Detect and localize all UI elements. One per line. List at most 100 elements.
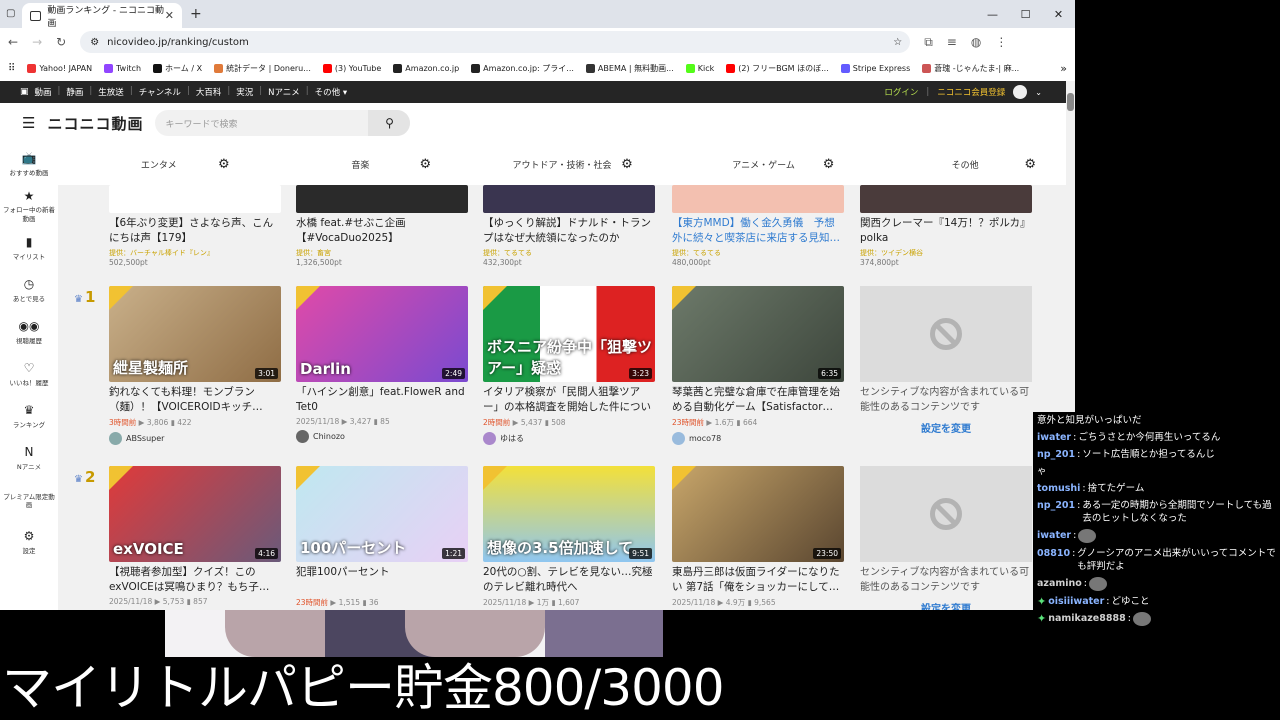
video-thumbnail[interactable]: exVOICE 4:16 xyxy=(109,466,281,562)
bookmark-item[interactable]: Stripe Express xyxy=(840,64,910,73)
video-card[interactable]: 100パーセント 1:21 犯罪100パーセント 23時間前 ▶ 1,515 ▮ 36 xyxy=(296,466,468,608)
change-settings-link[interactable]: 設定を変更 xyxy=(860,600,1032,610)
video-thumbnail[interactable]: Darlin 2:49 xyxy=(296,286,468,382)
video-thumbnail[interactable]: ボスニア紛争中「狙撃ツアー」疑惑 3:23 xyxy=(483,286,655,382)
video-thumbnail[interactable]: 紲星製麺所 3:01 xyxy=(109,286,281,382)
video-owner[interactable]: Chinozo xyxy=(296,430,468,443)
sidebar-item-premium[interactable]: プレミアム限定動画 xyxy=(0,479,58,521)
genre-tab[interactable]: その他 ⚙ xyxy=(864,143,1066,185)
close-window-icon[interactable]: ✕ xyxy=(1042,0,1075,28)
video-thumbnail[interactable]: 6:35 xyxy=(672,286,844,382)
nico-logo[interactable]: ニコニコ動画 xyxy=(47,113,143,134)
topnav-link[interactable]: 生放送 xyxy=(98,86,124,98)
video-title[interactable]: 東島丹三郎は仮面ライダーになりたい 第7話「俺をショッカーにして… xyxy=(672,565,844,595)
topnav-link[interactable]: その他 ▾ xyxy=(315,86,347,98)
video-title[interactable]: 20代の○割、テレビを見ない…究極のテレビ離れ時代へ xyxy=(483,565,655,595)
video-card[interactable]: 6:35 琴葉茜と完璧な倉庫で在庫管理を始める自動化ゲーム【Satisfactor… xyxy=(672,286,844,445)
sidebar-item-following[interactable]: ★ フォロー中の新着動画 xyxy=(0,185,58,227)
video-card[interactable]: Darlin 2:49 「ハイシン創意」feat.FloweR and Tet0 20… xyxy=(296,286,468,443)
genre-tab[interactable]: アニメ・ゲーム ⚙ xyxy=(663,143,865,185)
bookmark-item[interactable]: ホーム / X xyxy=(153,63,202,74)
change-settings-link[interactable]: 設定を変更 xyxy=(860,420,1032,435)
close-tab-icon[interactable]: ✕ xyxy=(165,9,174,22)
video-title[interactable]: 関西クレーマー『14万！？ポルカ』polka xyxy=(860,216,1032,246)
video-title[interactable]: イタリア検察が「民間人狙撃ツアー」の本格調査を開始した件について xyxy=(483,385,655,415)
bookmark-item[interactable]: ABEMA | 無料動画... xyxy=(585,63,674,74)
user-avatar[interactable] xyxy=(1013,85,1028,99)
chevron-down-icon[interactable]: ⌄ xyxy=(1035,88,1042,97)
forward-icon[interactable]: → xyxy=(32,35,42,49)
search-button[interactable]: ⚲ xyxy=(368,110,411,136)
topnav-link[interactable]: 実況 xyxy=(236,86,253,98)
search-box[interactable]: キーワードで検索 ⚲ xyxy=(155,110,411,136)
sidebar-item-history[interactable]: ◉◉ 視聴履歴 xyxy=(0,311,58,353)
url-field[interactable]: ⚙ nicovideo.jp/ranking/custom ☆ xyxy=(80,31,911,53)
video-title[interactable]: 釣れなくても料理！モンブラン（麺）！【VOICEROIDキッチ… xyxy=(109,385,281,415)
sidebar-item-settings[interactable]: ⚙ 設定 xyxy=(0,521,58,563)
video-card[interactable]: 想像の3.5倍加速して 9:51 20代の○割、テレビを見ない…究極のテレビ離れ時代… xyxy=(483,466,655,608)
minimize-icon[interactable]: — xyxy=(976,0,1009,28)
topnav-link[interactable]: 動画 xyxy=(35,86,52,98)
bookmark-item[interactable]: Kick xyxy=(685,64,714,73)
video-thumbnail[interactable]: 100パーセント 1:21 xyxy=(296,466,468,562)
topnav-link[interactable]: Nアニメ xyxy=(268,86,300,98)
video-owner[interactable]: ABSsuper xyxy=(109,432,281,445)
gear-icon[interactable]: ⚙ xyxy=(621,157,633,172)
video-owner[interactable]: moco78 xyxy=(672,432,844,445)
genre-tab[interactable]: 音楽 ⚙ xyxy=(260,143,462,185)
video-thumbnail[interactable]: 想像の3.5倍加速して 9:51 xyxy=(483,466,655,562)
video-title[interactable]: 「ハイシン創意」feat.FloweR and Tet0 xyxy=(296,385,468,415)
video-card[interactable]: 紲星製麺所 3:01 釣れなくても料理！モンブラン（麺）！【VOICEROIDキッチ… xyxy=(109,286,281,445)
video-title[interactable]: 【東方MMD】働く金久勇儀 予想外に続々と喫茶店に来店する見知… xyxy=(672,216,844,246)
tab-search-icon[interactable]: ▢ xyxy=(6,8,15,19)
bookmark-item[interactable]: Amazon.co.jp: プライ... xyxy=(471,63,574,74)
bookmark-item[interactable]: Amazon.co.jp xyxy=(393,64,459,73)
video-thumbnail[interactable] xyxy=(860,185,1032,213)
video-title[interactable]: 琴葉茜と完璧な倉庫で在庫管理を始める自動化ゲーム【Satisfactor… xyxy=(672,385,844,415)
video-card[interactable]: 水橋 feat.#せぶこ企画【#VocaDuo2025】 提供：畜宮 1,326,5… xyxy=(296,185,468,267)
bookmark-item[interactable]: Yahoo! JAPAN xyxy=(27,64,92,73)
search-input[interactable]: キーワードで検索 xyxy=(165,117,237,130)
video-thumbnail[interactable] xyxy=(109,185,281,213)
video-card[interactable]: ボスニア紛争中「狙撃ツアー」疑惑 3:23 イタリア検察が「民間人狙撃ツアー」の本格… xyxy=(483,286,655,445)
sidebar-item-ranking[interactable]: ♛ ランキング xyxy=(0,395,58,437)
new-tab-icon[interactable]: + xyxy=(190,6,202,22)
genre-tab[interactable]: エンタメ ⚙ xyxy=(58,143,260,185)
register-link[interactable]: ニコニコ会員登録 xyxy=(937,86,1005,98)
video-thumbnail[interactable] xyxy=(672,185,844,213)
topnav-link[interactable]: 静画 xyxy=(66,86,83,98)
media-icon[interactable]: ≡ xyxy=(947,35,957,49)
bookmark-item[interactable]: (3) YouTube xyxy=(322,64,381,73)
video-title[interactable]: 【ゆっくり解説】ドナルド・トランプはなぜ大統領になったのか xyxy=(483,216,655,246)
video-title[interactable]: 【6年ぶり変更】さよなら声、こんにちは声【179】 xyxy=(109,216,281,246)
video-owner[interactable]: ゆはる xyxy=(483,432,655,445)
bookmark-item[interactable]: (2) フリーBGM ほのぼ... xyxy=(726,63,829,74)
video-title[interactable]: 水橋 feat.#せぶこ企画【#VocaDuo2025】 xyxy=(296,216,468,246)
sidebar-item-mylist[interactable]: ▮ マイリスト xyxy=(0,227,58,269)
gear-icon[interactable]: ⚙ xyxy=(823,157,835,172)
video-title[interactable]: 【視聴者参加型】クイズ！このexVOICEは冥鳴ひまり？もち子… xyxy=(109,565,281,595)
site-info-icon[interactable]: ⚙ xyxy=(90,37,99,48)
bookmark-item[interactable]: Twitch xyxy=(104,64,141,73)
scrollbar-thumb[interactable] xyxy=(1067,93,1074,111)
video-thumbnail[interactable] xyxy=(296,185,468,213)
extensions-icon[interactable]: ⧉ xyxy=(924,35,933,50)
video-card[interactable]: 【東方MMD】働く金久勇儀 予想外に続々と喫茶店に来店する見知… 提供：てるてる 4… xyxy=(672,185,844,267)
sidebar-item-nanime[interactable]: N Nアニメ xyxy=(0,437,58,479)
video-card[interactable]: 関西クレーマー『14万！？ポルカ』polka 提供：ツイデン横谷 374,800pt xyxy=(860,185,1032,267)
topnav-link[interactable]: 大百科 xyxy=(196,86,222,98)
video-card[interactable]: 【ゆっくり解説】ドナルド・トランプはなぜ大統領になったのか 提供：てるてる 432,… xyxy=(483,185,655,267)
apps-grid-icon[interactable]: ⠿ xyxy=(8,63,15,74)
topnav-link[interactable]: チャンネル xyxy=(139,86,181,98)
gear-icon[interactable]: ⚙ xyxy=(1024,157,1036,172)
video-thumbnail[interactable]: 23:50 xyxy=(672,466,844,562)
reload-icon[interactable]: ↻ xyxy=(56,35,66,49)
gear-icon[interactable]: ⚙ xyxy=(218,157,230,172)
profile-icon[interactable]: ◍ xyxy=(971,35,981,49)
sidebar-item-recommended[interactable]: 📺 おすすめ動画 xyxy=(0,143,58,185)
video-card[interactable]: 23:50 東島丹三郎は仮面ライダーになりたい 第7話「俺をショッカーにして… 20… xyxy=(672,466,844,608)
back-icon[interactable]: ← xyxy=(8,35,18,49)
sidebar-item-watch-later[interactable]: ◷ あとで見る xyxy=(0,269,58,311)
sidebar-item-likes[interactable]: ♡ いいね！履歴 xyxy=(0,353,58,395)
video-card[interactable]: 【6年ぶり変更】さよなら声、こんにちは声【179】 提供：バーチャル棒イド『レン』… xyxy=(109,185,281,267)
